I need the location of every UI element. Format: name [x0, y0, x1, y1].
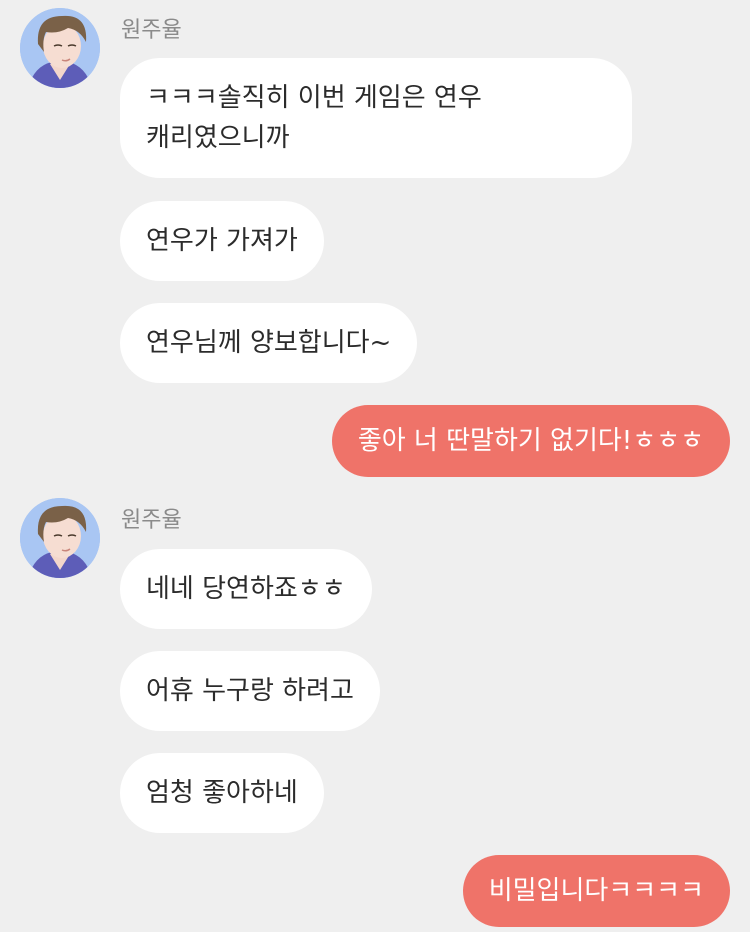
avatar[interactable]	[20, 8, 100, 88]
outgoing-message[interactable]: 비밀입니다ㅋㅋㅋㅋ	[462, 855, 730, 927]
incoming-message[interactable]: ㅋㅋㅋ솔직히 이번 게임은 연우 캐리였으니까	[120, 58, 632, 178]
sender-name: 원주율	[121, 18, 182, 43]
incoming-message[interactable]: 연우가 가져가	[120, 201, 324, 281]
incoming-message[interactable]: 어휴 누구랑 하려고	[120, 651, 380, 731]
outgoing-message[interactable]: 좋아 너 딴말하기 없기다!ㅎㅎㅎ	[331, 405, 730, 477]
incoming-message[interactable]: 네네 당연하죠ㅎㅎ	[120, 549, 372, 629]
incoming-message[interactable]: 연우님께 양보합니다~	[120, 303, 418, 383]
male-character-avatar-icon	[20, 498, 100, 578]
sender-name: 원주율	[121, 508, 182, 533]
incoming-message[interactable]: 엄청 좋아하네	[120, 753, 324, 833]
male-character-avatar-icon	[20, 8, 100, 88]
avatar[interactable]	[20, 498, 100, 578]
